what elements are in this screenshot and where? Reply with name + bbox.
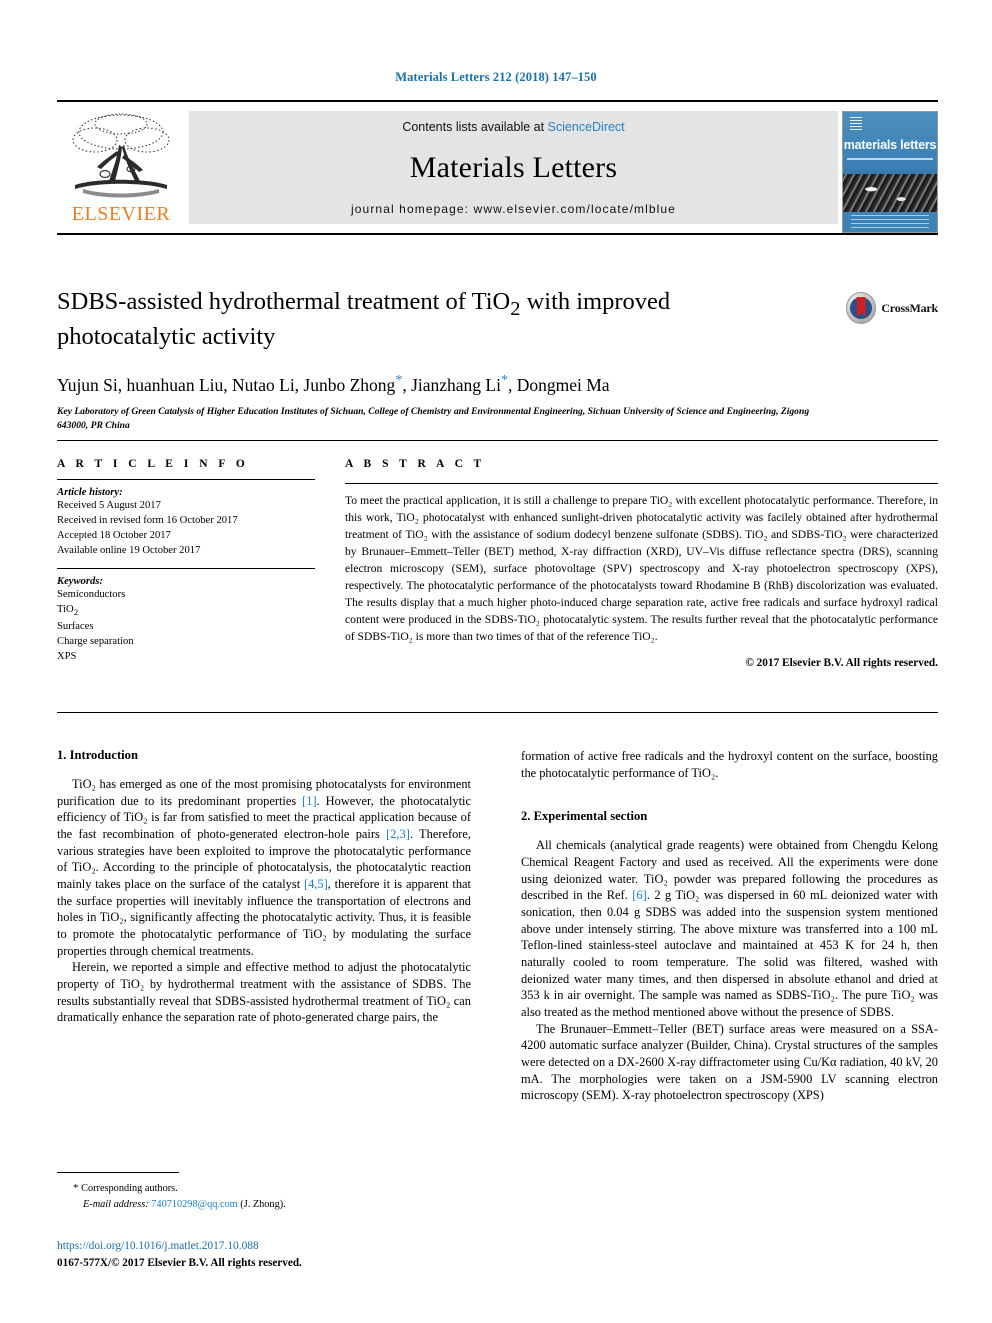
keyword-xps: XPS — [57, 650, 77, 662]
abstract-rule — [345, 483, 938, 484]
body-column-right: formation of active free radicals and th… — [521, 748, 938, 1104]
history-online: Available online 19 October 2017 — [57, 545, 201, 557]
cover-divider — [847, 158, 933, 160]
section-heading-experimental: 2. Experimental section — [521, 809, 648, 824]
citation-4-5[interactable]: [4,5] — [304, 877, 328, 891]
elsevier-logo: ELSEVIER — [57, 111, 185, 224]
keyword-tio2-text: TiO — [57, 604, 74, 616]
issn-copyright-line: 0167-577X/© 2017 Elsevier B.V. All right… — [57, 1256, 302, 1269]
keywords-rule — [57, 568, 315, 570]
abstract-heading: A B S T R A C T — [345, 458, 486, 470]
exp-p1-b: . 2 g TiO₂ was dispersed in 60 mL deioni… — [521, 888, 938, 1020]
title-block: SDBS-assisted hydrothermal treatment of … — [57, 287, 837, 432]
citation-6[interactable]: [6] — [632, 888, 646, 902]
keyword-tio2: TiO2 — [57, 602, 315, 619]
cover-publisher-icon — [850, 117, 862, 131]
author-list: Yujun Si, huanhuan Liu, Nutao Li, Junbo … — [57, 372, 837, 397]
crossmark-label: CrossMark — [881, 300, 938, 315]
title-bottom-rule — [57, 440, 938, 441]
crossmark-badge-group[interactable]: CrossMark — [846, 291, 938, 325]
authors-part1: Yujun Si, huanhuan Liu, Nutao Li, Junbo … — [57, 374, 396, 395]
footnote-rule — [57, 1172, 179, 1173]
intro-paragraph-2-continued: formation of active free radicals and th… — [521, 749, 938, 780]
email-label: E-mail address: — [83, 1198, 149, 1210]
contents-prefix: Contents lists available at — [402, 120, 548, 134]
cover-footer-lines — [851, 214, 929, 231]
corresponding-authors-label: Corresponding authors. — [81, 1183, 178, 1194]
masthead-bottom-rule — [57, 233, 938, 235]
keyword-surfaces: Surfaces — [57, 620, 94, 632]
email-link[interactable]: 740710298@qq.com — [151, 1199, 237, 1210]
paper-page: Materials Letters 212 (2018) 147–150 ELS… — [0, 0, 992, 1323]
journal-band: Contents lists available at ScienceDirec… — [189, 111, 838, 224]
abstract-bottom-rule — [57, 712, 938, 713]
elsevier-wordmark: ELSEVIER — [71, 203, 171, 225]
email-owner: (J. Zhong). — [240, 1198, 286, 1210]
citation-2-3[interactable]: [2,3] — [386, 827, 410, 841]
intro-paragraph-1: TiO₂ has emerged as one of the most prom… — [57, 776, 471, 959]
masthead-top-rule — [57, 100, 938, 102]
cover-title: materials letters — [843, 138, 937, 152]
abstract-column: A B S T R A C T To meet the practical ap… — [345, 458, 938, 669]
article-title-line2: photocatalytic activity — [57, 323, 276, 351]
keyword-semiconductors: Semiconductors — [57, 589, 126, 601]
authors-part3: , Dongmei Ma — [507, 374, 610, 395]
experimental-paragraph-1: All chemicals (analytical grade reagents… — [521, 837, 938, 1020]
article-info-heading: A R T I C L E I N F O — [57, 458, 249, 470]
sciencedirect-link[interactable]: ScienceDirect — [548, 120, 625, 134]
corresponding-marker-2: * — [500, 373, 508, 389]
article-info-rule — [57, 479, 315, 480]
experimental-paragraph-2: The Brunauer–Emmett–Teller (BET) surface… — [521, 1021, 938, 1103]
email-note: E-mail address: 740710298@qq.com (J. Zho… — [57, 1197, 471, 1212]
journal-masthead: ELSEVIER Contents lists available at Sci… — [57, 100, 938, 235]
running-head: Materials Letters 212 (2018) 147–150 — [395, 70, 597, 84]
history-revised: Received in revised form 16 October 2017 — [57, 515, 238, 527]
article-info-column: A R T I C L E I N F O Article history: R… — [57, 458, 315, 664]
corresponding-authors-note: * Corresponding authors. — [57, 1180, 471, 1197]
article-title-line1-a: SDBS-assisted hydrothermal treatment of … — [57, 288, 511, 315]
abstract-text: To meet the practical application, it is… — [345, 494, 938, 644]
intro-paragraph-2: Herein, we reported a simple and effecti… — [57, 960, 471, 1025]
crossmark-icon — [846, 292, 877, 324]
body-column-left: 1. Introduction TiO₂ has emerged as one … — [57, 748, 471, 1026]
keywords-label: Keywords: — [57, 576, 103, 588]
affiliation: Key Laboratory of Green Catalysis of Hig… — [57, 405, 810, 431]
journal-homepage[interactable]: journal homepage: www.elsevier.com/locat… — [351, 202, 676, 216]
journal-cover-thumbnail: materials letters — [842, 111, 938, 233]
citation-1[interactable]: [1] — [302, 794, 316, 808]
elsevier-tree-icon — [72, 113, 170, 198]
contents-available-line: Contents lists available at ScienceDirec… — [402, 120, 624, 134]
journal-name: Materials Letters — [409, 151, 618, 184]
keyword-tio2-sub: 2 — [73, 607, 79, 618]
history-received: Received 5 August 2017 — [57, 500, 161, 511]
corresponding-star: * — [73, 1182, 79, 1194]
footnote-block: * Corresponding authors. E-mail address:… — [57, 1180, 471, 1212]
article-title: SDBS-assisted hydrothermal treatment of … — [57, 287, 837, 353]
authors-part2: , Jianzhang Li — [402, 374, 501, 395]
cover-micrograph-image — [843, 174, 937, 212]
section-heading-introduction: 1. Introduction — [57, 748, 138, 762]
keyword-charge-separation: Charge separation — [57, 635, 134, 647]
doi-block: https://doi.org/10.1016/j.matlet.2017.10… — [57, 1238, 471, 1271]
cover-footer-band — [843, 211, 937, 232]
article-history-label: Article history: — [57, 487, 123, 498]
doi-link[interactable]: https://doi.org/10.1016/j.matlet.2017.10… — [57, 1238, 471, 1255]
article-title-line1-b: with improved — [520, 288, 671, 315]
history-accepted: Accepted 18 October 2017 — [57, 530, 171, 542]
abstract-copyright: © 2017 Elsevier B.V. All rights reserved… — [745, 657, 938, 670]
article-title-sub: 2 — [510, 297, 521, 320]
